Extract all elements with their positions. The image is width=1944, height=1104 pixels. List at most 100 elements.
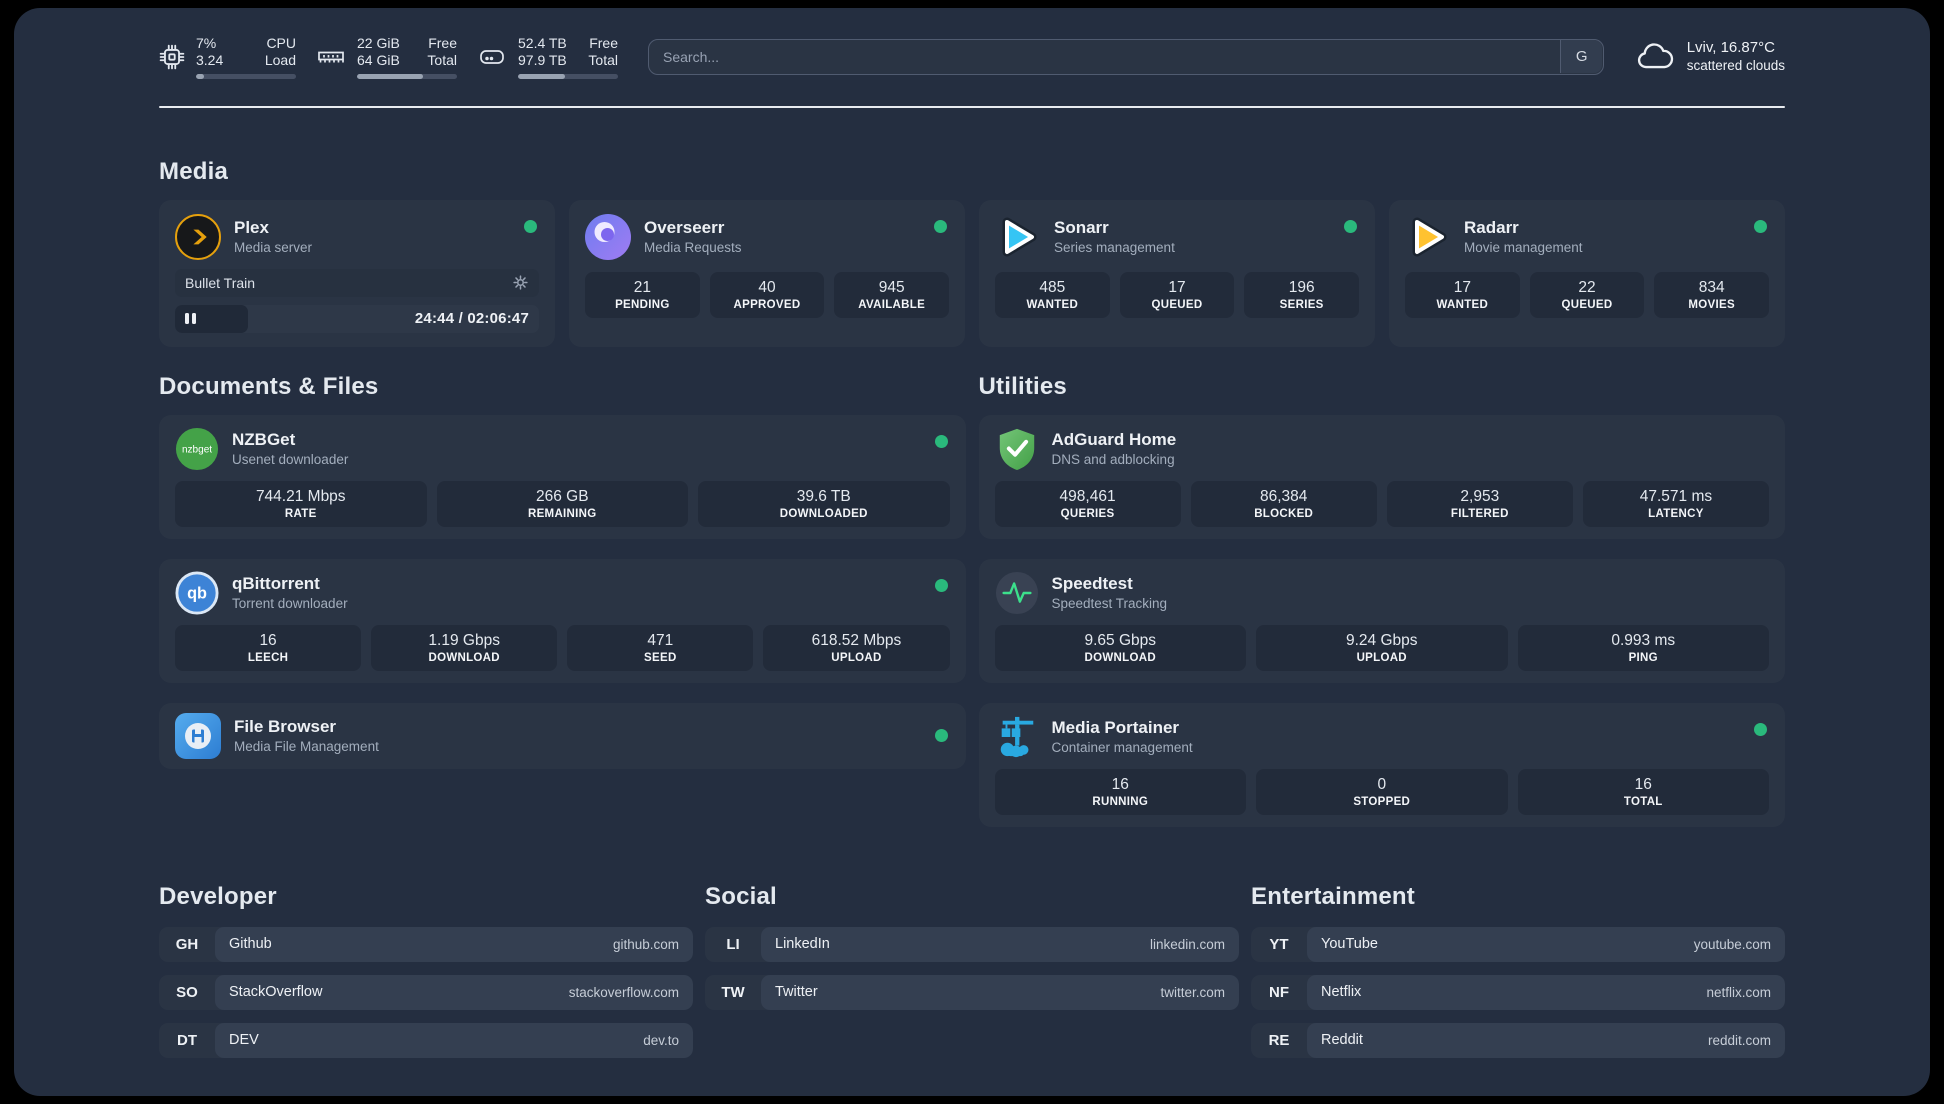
documents-column: Documents & Files nzbget NZBGet Usenet d… [159, 373, 966, 827]
bookmark-name: DEV [229, 1032, 259, 1048]
status-dot [1344, 219, 1357, 233]
section-header-media: Media [159, 157, 229, 185]
stat-box: 834 MOVIES [1654, 271, 1769, 318]
stat-box: 945 AVAILABLE [834, 271, 949, 318]
status-dot [1754, 722, 1767, 736]
stat-box: 39.6 TB DOWNLOADED [698, 480, 950, 527]
bookmark-twitter[interactable]: TW Twitter twitter.com [705, 974, 1239, 1010]
app-subtitle: Container management [1051, 740, 1193, 755]
filebrowser-icon [175, 712, 221, 759]
bookmark-netflix[interactable]: NF Netflix netflix.com [1251, 974, 1785, 1010]
app-card-nzbget[interactable]: nzbget NZBGet Usenet downloader 744.21 M… [159, 414, 966, 539]
stat-box: 266 GB REMAINING [436, 480, 688, 527]
bookmark-url: github.com [612, 936, 679, 952]
app-card-speedtest[interactable]: Speedtest Speedtest Tracking 9.65 Gbps DO… [978, 558, 1785, 683]
search-input[interactable] [648, 38, 1604, 75]
bookmark-abbr: RE [1268, 1031, 1290, 1049]
bookmark-reddit[interactable]: RE Reddit reddit.com [1251, 1022, 1785, 1058]
app-card-radarr[interactable]: Radarr Movie management 17 WANTED 22 QUEUE… [1389, 199, 1785, 347]
memory-label2: Total [427, 52, 457, 68]
status-dot [934, 578, 948, 592]
bookmark-stackoverflow[interactable]: SO StackOverflow stackoverflow.com [159, 974, 693, 1010]
bookmark-linkedin[interactable]: LI LinkedIn linkedin.com [705, 926, 1239, 962]
topbar: 7% 3.24 CPU Load 22 GiB 64 GiB Free Total [159, 35, 1785, 79]
stat-box: 744.21 Mbps RATE [175, 480, 427, 527]
playback-time: 24:44 / 02:06:47 [414, 310, 529, 327]
app-card-sonarr[interactable]: Sonarr Series management 485 WANTED 17 QUE… [979, 199, 1375, 347]
app-card-adguard[interactable]: AdGuard Home DNS and adblocking 498,461 Q… [978, 414, 1785, 539]
section-header-developer: Developer [159, 882, 277, 910]
weather-condition: scattered clouds [1686, 58, 1785, 74]
app-card-filebrowser[interactable]: File Browser Media File Management [159, 702, 966, 769]
disk-icon [480, 49, 504, 64]
pause-button[interactable] [185, 313, 196, 324]
app-subtitle: Media File Management [234, 739, 379, 754]
bookmark-name: Reddit [1321, 1032, 1363, 1048]
bookmark-dev[interactable]: DT DEV dev.to [159, 1022, 693, 1058]
stat-box: 22 QUEUED [1529, 271, 1645, 318]
status-dot [524, 219, 537, 233]
app-title: AdGuard Home [1051, 430, 1177, 449]
bookmark-github[interactable]: GH Github github.com [159, 926, 693, 962]
bookmark-abbr: YT [1269, 935, 1289, 953]
bookmark-name: Twitter [775, 984, 818, 1000]
disk-progress-bar [518, 74, 618, 79]
section-header-documents: Documents & Files [159, 372, 379, 400]
stat-box: 485 WANTED [995, 271, 1110, 318]
stat-box: 16 LEECH [175, 624, 362, 671]
cpu-icon [159, 44, 185, 70]
section-header-entertainment: Entertainment [1251, 882, 1415, 910]
app-title: Plex [234, 218, 269, 237]
app-subtitle: Speedtest Tracking [1051, 596, 1168, 611]
status-dot [934, 434, 948, 448]
sonarr-icon [1002, 217, 1037, 256]
app-title: File Browser [234, 717, 337, 736]
app-subtitle: Movie management [1464, 240, 1583, 255]
stat-box: 618.52 Mbps UPLOAD [763, 624, 950, 671]
utilities-column: Utilities AdGuard Home DNS and adblockin… [978, 373, 1785, 827]
disk-stat: 52.4 TB 97.9 TB Free Total [477, 35, 618, 79]
bookmark-url: reddit.com [1707, 1032, 1771, 1048]
cpu-label: CPU [266, 35, 296, 51]
bookmark-name: YouTube [1321, 936, 1378, 952]
dashboard: 7% 3.24 CPU Load 22 GiB 64 GiB Free Total [14, 8, 1930, 1096]
bookmark-url: dev.to [643, 1032, 679, 1048]
speedtest-icon [995, 571, 1038, 614]
bookmark-abbr: TW [721, 983, 745, 1001]
stat-box: 9.24 Gbps UPLOAD [1256, 624, 1508, 671]
stat-box: 17 WANTED [1405, 271, 1520, 318]
search-engine-button[interactable]: G [1560, 40, 1603, 74]
portainer-icon [1000, 716, 1033, 757]
disk-label2: Total [588, 52, 618, 68]
cpu-load: 3.24 [196, 52, 224, 68]
app-card-portainer[interactable]: Media Portainer Container management 16 R… [978, 702, 1785, 827]
stat-box: 16 TOTAL [1517, 768, 1769, 815]
cpu-progress-bar [196, 74, 296, 79]
cpu-label2: Load [264, 52, 296, 68]
gear-icon[interactable] [512, 274, 529, 291]
bookmark-youtube[interactable]: YT YouTube youtube.com [1251, 926, 1785, 962]
app-card-qbittorrent[interactable]: qb qBittorrent Torrent downloader 16 LEEC… [159, 558, 966, 683]
app-title: Radarr [1464, 218, 1519, 237]
disk-total: 97.9 TB [518, 52, 567, 68]
app-title: NZBGet [232, 430, 296, 449]
nzbget-icon: nzbget [175, 427, 219, 470]
stat-box: 471 SEED [567, 624, 754, 671]
cloud-icon [1637, 43, 1673, 69]
weather-location: Lviv, 16.87°C [1686, 39, 1775, 57]
bookmark-abbr: LI [726, 935, 740, 953]
app-subtitle: Torrent downloader [232, 596, 348, 611]
app-title: qBittorrent [232, 574, 320, 593]
stat-box: 0 STOPPED [1256, 768, 1508, 815]
status-dot [934, 219, 947, 233]
status-dot [1754, 219, 1767, 233]
stat-box: 9.65 Gbps DOWNLOAD [994, 624, 1246, 671]
adguard-icon [999, 428, 1034, 470]
topbar-divider [159, 105, 1785, 108]
stat-box: 47.571 ms LATENCY [1582, 480, 1769, 527]
bookmark-name: Github [229, 936, 272, 952]
svg-text:nzbget: nzbget [182, 444, 212, 455]
svg-text:qb: qb [187, 584, 207, 602]
app-card-plex[interactable]: Plex Media server Bullet Train 24:44 / 0… [159, 199, 555, 347]
app-card-overseerr[interactable]: Overseerr Media Requests 21 PENDING 40 APP… [569, 199, 965, 347]
